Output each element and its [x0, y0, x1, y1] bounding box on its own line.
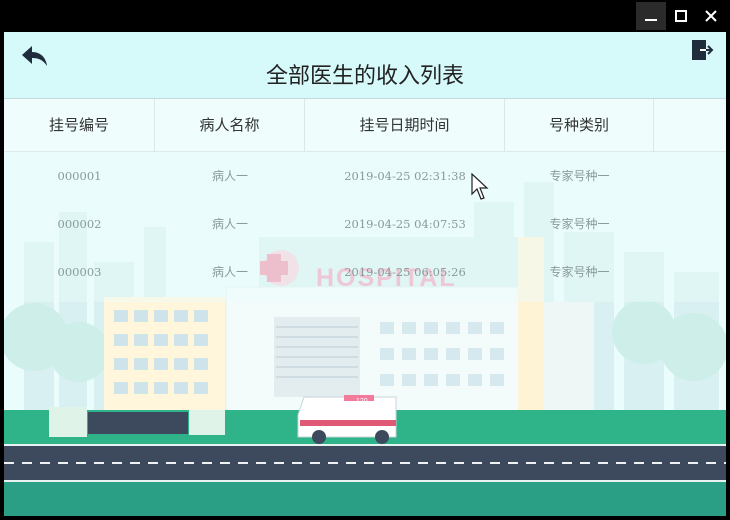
table-header: 挂号编号 病人名称 挂号日期时间 号种类别: [4, 98, 726, 152]
cell-extra: [654, 248, 726, 296]
close-icon: [705, 10, 717, 22]
cell-patient-name: 病人一: [211, 217, 248, 231]
window-titlebar: [0, 0, 730, 32]
column-header-extra: [654, 99, 726, 151]
cell-extra: [654, 152, 726, 200]
table-row[interactable]: 000003 病人一 2019-04-25 06:05:26 专家号种一: [4, 248, 726, 296]
column-header-number-type[interactable]: 号种类别: [505, 99, 654, 151]
cell-datetime: 2019-04-25 06:05:26: [344, 265, 466, 279]
table-row[interactable]: 000001 病人一 2019-04-25 02:31:38 专家号种一: [4, 152, 726, 200]
exit-icon: [692, 40, 714, 60]
ambulance: 120: [297, 395, 397, 444]
cell-registration-id: 000001: [57, 169, 102, 183]
cell-datetime: 2019-04-25 04:07:53: [344, 217, 466, 231]
cell-extra: [654, 200, 726, 248]
page-title: 全部医生的收入列表: [265, 64, 464, 89]
app-window: HOSPITAL 120 全部医生的收入列表 挂号编号 病人名称 挂号日期时间 …: [4, 32, 726, 516]
cell-registration-id: 000003: [57, 265, 102, 279]
cell-patient-name: 病人一: [211, 265, 248, 279]
minimize-button[interactable]: [636, 2, 666, 30]
svg-text:120: 120: [356, 398, 368, 405]
cell-datetime: 2019-04-25 02:31:38: [344, 169, 466, 183]
cell-number-type: 专家号种一: [549, 265, 610, 279]
table-row[interactable]: 000002 病人一 2019-04-25 04:07:53 专家号种一: [4, 200, 726, 248]
maximize-icon: [675, 10, 687, 22]
cell-number-type: 专家号种一: [549, 217, 610, 231]
income-table: 挂号编号 病人名称 挂号日期时间 号种类别 000001 病人一 2019-04…: [4, 98, 726, 296]
cell-registration-id: 000002: [57, 217, 102, 231]
close-button[interactable]: [696, 2, 726, 30]
exit-button[interactable]: [690, 38, 714, 62]
column-header-patient-name[interactable]: 病人名称: [155, 99, 305, 151]
minimize-icon: [645, 19, 657, 21]
column-header-registration-id[interactable]: 挂号编号: [4, 99, 155, 151]
cell-patient-name: 病人一: [211, 169, 248, 183]
cell-number-type: 专家号种一: [549, 169, 610, 183]
table-body: 000001 病人一 2019-04-25 02:31:38 专家号种一 000…: [4, 152, 726, 296]
header-bar: 全部医生的收入列表: [4, 32, 726, 98]
maximize-button[interactable]: [666, 2, 696, 30]
column-header-datetime[interactable]: 挂号日期时间: [305, 99, 505, 151]
